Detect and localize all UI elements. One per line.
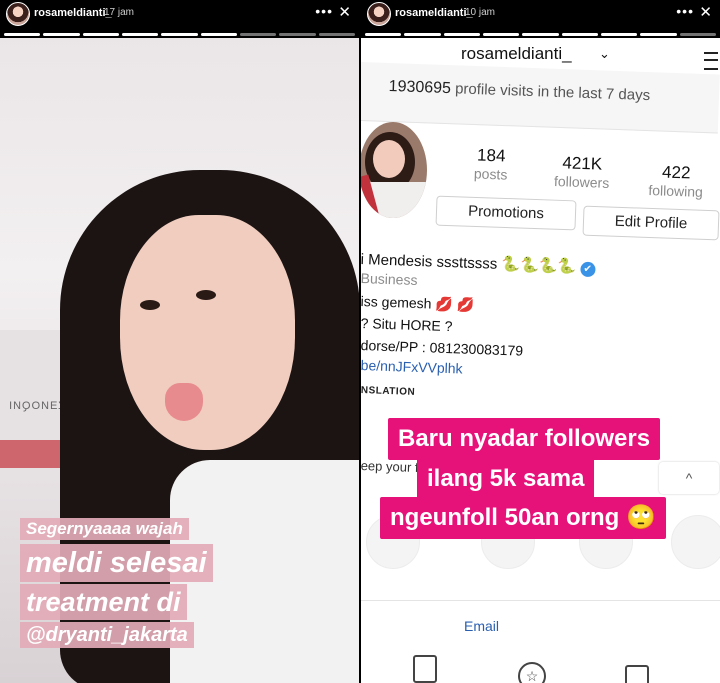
story-username[interactable]: rosameldianti_ (395, 7, 473, 19)
progress-seg (600, 33, 638, 36)
right-story-panel[interactable]: rosameldianti_ ⌄ 1930695 profile visits … (361, 0, 720, 683)
story-progress (365, 33, 716, 36)
grid-tab-icon (413, 655, 437, 683)
stat-posts: 184 posts (445, 144, 536, 183)
story-time: 17 jam (104, 7, 135, 18)
more-options-icon[interactable]: ••• (676, 3, 694, 19)
progress-seg (239, 33, 277, 36)
stat-label: followers (553, 173, 610, 191)
progress-seg (121, 33, 159, 36)
progress-seg (522, 33, 559, 36)
edit-profile-button: Edit Profile (582, 205, 720, 241)
menu-icon (704, 52, 718, 70)
progress-seg (561, 33, 598, 36)
progress-seg (404, 33, 441, 36)
tongue (165, 383, 203, 421)
stat-label: posts (473, 165, 508, 183)
star-tab-icon: ☆ (518, 662, 546, 683)
verified-icon: ✔ (579, 261, 596, 278)
avatar[interactable] (6, 2, 30, 26)
profile-visits-count: 1930695 (388, 78, 452, 98)
progress-seg (443, 33, 480, 36)
overlay-line-2: ilang 5k sama (417, 458, 595, 500)
progress-seg (679, 33, 716, 36)
profile-picture (361, 122, 427, 218)
caption-line-1: Segernyaaaa wajah (20, 518, 189, 540)
left-story-panel[interactable]: IAIZƎИOQИI rosameldianti_ 17 jam ••• ✕ S… (0, 0, 359, 683)
avatar[interactable] (367, 2, 391, 26)
eye-right (196, 290, 216, 300)
overlay-line-1: Baru nyadar followers (388, 418, 661, 460)
story-header: rosameldianti_ 10 jam ••• ✕ (361, 0, 720, 38)
stat-following: 422 following (630, 161, 720, 200)
more-options-icon[interactable]: ••• (315, 3, 333, 19)
progress-seg (482, 33, 520, 36)
email-link: Email (464, 618, 500, 634)
caption-line-3: treatment di (20, 584, 187, 620)
progress-seg (161, 33, 198, 36)
progress-seg (43, 33, 80, 36)
progress-seg (279, 33, 316, 36)
collapse-icon: ^ (659, 462, 719, 494)
bio-link: be/nnJFxVVplhk (361, 357, 463, 377)
highlight-circle (671, 515, 720, 569)
caption-line-2: meldi selesai (20, 544, 213, 582)
bio-translation: NSLATION (361, 385, 416, 398)
story-progress (4, 33, 355, 36)
overlay-line-3: ngeunfoll 50an orng 🙄 (380, 497, 666, 539)
story-header: rosameldianti_ 17 jam ••• ✕ (0, 0, 359, 38)
profile-name: rosameldianti_ (461, 44, 572, 63)
close-icon[interactable]: ✕ (338, 3, 351, 21)
story-time: 10 jam (465, 7, 496, 18)
progress-seg (200, 33, 237, 36)
close-icon[interactable]: ✕ (699, 3, 712, 21)
stat-label: following (648, 182, 704, 200)
stat-followers: 421K followers (536, 152, 627, 191)
promotions-button: Promotions (435, 195, 577, 231)
eye-left (140, 300, 160, 310)
progress-seg (640, 33, 677, 36)
bio-category: Business (361, 270, 418, 288)
chevron-down-icon: ⌄ (599, 46, 610, 61)
progress-seg (82, 33, 119, 36)
tagged-tab-icon (625, 665, 649, 683)
contact-divider (361, 600, 720, 601)
face (120, 215, 295, 450)
progress-seg (365, 33, 402, 36)
story-username[interactable]: rosameldianti_ (34, 7, 112, 19)
bio-line-3: dorse/PP : 081230083179 (361, 337, 524, 359)
bio-line-1: iss gemesh 💋 💋 (361, 293, 475, 313)
bio-line-2: ? Situ HORE ? (361, 315, 453, 335)
progress-seg (318, 33, 355, 36)
progress-seg (4, 33, 41, 36)
caption-line-4[interactable]: @dryanti_jakarta (20, 622, 194, 648)
